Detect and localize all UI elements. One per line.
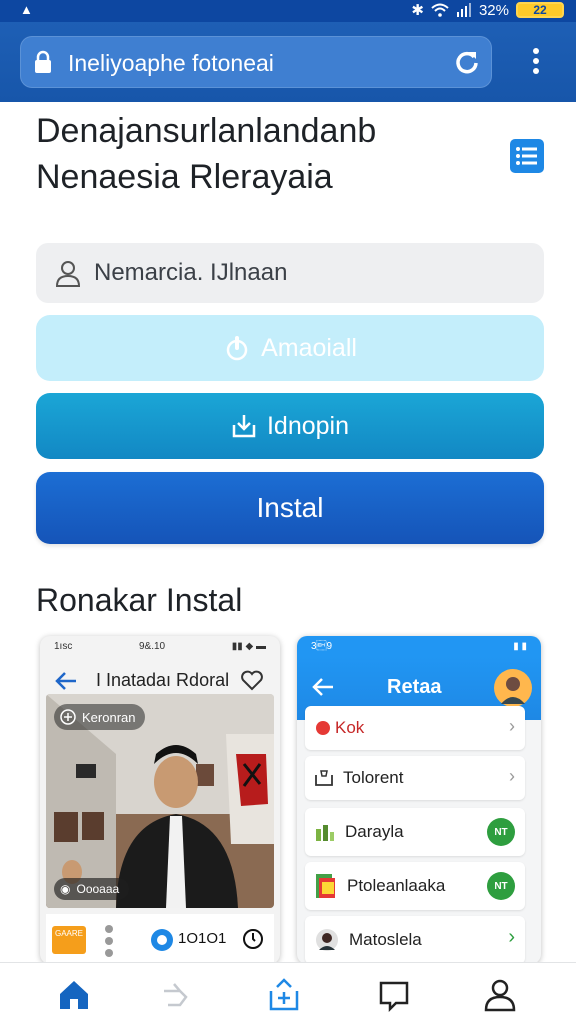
mini-status-left: 1ısc bbox=[54, 640, 73, 652]
list-item-4[interactable]: Ptoleanlaaka NT bbox=[305, 862, 525, 910]
page-headline: Denajansurlanlandanb Nenaesia Rlerayaia bbox=[36, 108, 476, 200]
back-arrow-icon[interactable] bbox=[54, 670, 78, 692]
card1-title: I Inatadaı Rdoral bbox=[96, 670, 230, 690]
list-item-5[interactable]: Matoslela › bbox=[305, 916, 525, 964]
mini-status-icons: ▮▮ ◆ ▬ bbox=[231, 640, 266, 652]
mini-status-left-2: 39 bbox=[311, 640, 333, 652]
screenshot-card-1[interactable]: 1ısc 9&.10 ▮▮ ◆ ▬ I Inatadaı Rdoral Kero… bbox=[40, 636, 280, 964]
address-bar[interactable]: Ineliyoaphe fotoneai bbox=[20, 36, 492, 88]
status-right: ✱ 32% 22 bbox=[411, 1, 564, 19]
user-avatar-icon bbox=[316, 929, 338, 951]
overlay-chip-label: Keronran bbox=[82, 709, 136, 725]
mini-status-time: 9&.10 bbox=[138, 640, 166, 652]
download-button[interactable]: Idnopin bbox=[36, 393, 544, 459]
app-logo-text: GAARE bbox=[54, 929, 83, 938]
drag-dots-icon[interactable] bbox=[104, 924, 114, 958]
bluetooth-icon: ✱ bbox=[411, 2, 424, 19]
screenshot-card-2[interactable]: 39 ▮ ▮ Retaa Kok › Tolorent › Darayla N… bbox=[297, 636, 541, 964]
status-bar: ▲ ✱ 32% 22 bbox=[0, 0, 576, 22]
browser-toolbar: Ineliyoaphe fotoneai bbox=[0, 22, 576, 102]
reload-icon[interactable] bbox=[454, 49, 480, 75]
mini-status-icons-2: ▮ ▮ bbox=[513, 640, 527, 652]
inbox-icon bbox=[315, 770, 333, 786]
card1-id-text: 1O1O1 bbox=[178, 930, 227, 947]
battery-icon: 22 bbox=[516, 2, 564, 18]
status-badge: NT bbox=[487, 818, 515, 846]
name-field[interactable] bbox=[36, 243, 544, 303]
share-plus-icon[interactable] bbox=[266, 977, 302, 1013]
notification-icon: ▲ bbox=[20, 2, 33, 17]
dot-icon: ◉ bbox=[60, 882, 71, 896]
back-arrow-icon[interactable] bbox=[311, 676, 335, 698]
overlay-chip[interactable]: Keronran bbox=[54, 704, 146, 730]
list-item-label: Darayla bbox=[345, 822, 404, 841]
download-box-icon bbox=[232, 415, 256, 438]
install-button[interactable]: Instal bbox=[36, 472, 544, 544]
signal-icon bbox=[456, 3, 471, 17]
mini-status-bar: 1ısc 9&.10 ▮▮ ◆ ▬ bbox=[40, 636, 280, 656]
secondary-action-label: Amaoiall bbox=[261, 333, 357, 362]
battery-percent: 32% bbox=[478, 1, 509, 19]
install-label: Instal bbox=[256, 492, 324, 523]
chevron-right-icon: › bbox=[509, 716, 515, 736]
home-icon[interactable] bbox=[56, 977, 92, 1013]
lock-icon bbox=[35, 50, 51, 73]
name-input[interactable] bbox=[94, 257, 514, 289]
document-stack-icon bbox=[316, 874, 335, 898]
wifi-icon bbox=[431, 3, 449, 17]
heart-icon[interactable] bbox=[240, 669, 264, 691]
url-text: Ineliyoaphe fotoneai bbox=[68, 50, 274, 76]
list-item-label: Matoslela bbox=[349, 930, 422, 949]
plus-circle-icon bbox=[60, 709, 76, 725]
profile-icon[interactable] bbox=[482, 977, 518, 1013]
card2-title: Retaa bbox=[387, 676, 442, 698]
card1-footer: GAARE 1O1O1 bbox=[46, 914, 274, 964]
headline-line-2: Nenaesia Rlerayaia bbox=[36, 158, 333, 196]
chart-bars-icon bbox=[316, 825, 334, 841]
list-item-label: Tolorent bbox=[343, 768, 404, 787]
red-dot-icon bbox=[316, 721, 330, 735]
id-badge-icon bbox=[151, 929, 173, 951]
overflow-menu-icon[interactable] bbox=[524, 46, 548, 76]
app-logo: GAARE bbox=[52, 926, 86, 954]
overlay-chip-bottom[interactable]: ◉ Oooaaa bbox=[54, 878, 130, 900]
profile-photo: Keronran ◉ Oooaaa bbox=[46, 694, 274, 908]
list-item-2[interactable]: Tolorent › bbox=[305, 756, 525, 800]
download-label: Idnopin bbox=[266, 411, 350, 440]
battery-value: 22 bbox=[533, 3, 547, 17]
overlay-chip-bottom-label: Oooaaa bbox=[76, 882, 120, 896]
list-item-3[interactable]: Darayla NT bbox=[305, 808, 525, 856]
list-item-1[interactable]: Kok › bbox=[305, 706, 525, 750]
clock-icon[interactable] bbox=[242, 928, 264, 950]
bottom-navigation bbox=[0, 962, 576, 1024]
secondary-action-button[interactable]: Amaoiall bbox=[36, 315, 544, 381]
status-badge: NT bbox=[487, 872, 515, 900]
list-item-label: Ptoleanlaaka bbox=[347, 876, 446, 895]
mini-status-bar-2: 39 ▮ ▮ bbox=[297, 636, 541, 656]
touch-icon bbox=[226, 336, 248, 361]
section-title: Ronakar Instal bbox=[36, 582, 243, 618]
chevron-right-icon: › bbox=[508, 926, 515, 948]
avatar[interactable] bbox=[493, 668, 533, 708]
headline-line-1: Denajansurlanlandanb bbox=[36, 112, 377, 150]
user-icon bbox=[55, 261, 81, 287]
chevron-right-icon: › bbox=[509, 766, 515, 786]
list-item-label: Kok bbox=[335, 718, 365, 737]
list-menu-icon[interactable] bbox=[510, 139, 544, 173]
chat-icon[interactable] bbox=[376, 977, 412, 1013]
forward-icon[interactable] bbox=[158, 977, 194, 1013]
